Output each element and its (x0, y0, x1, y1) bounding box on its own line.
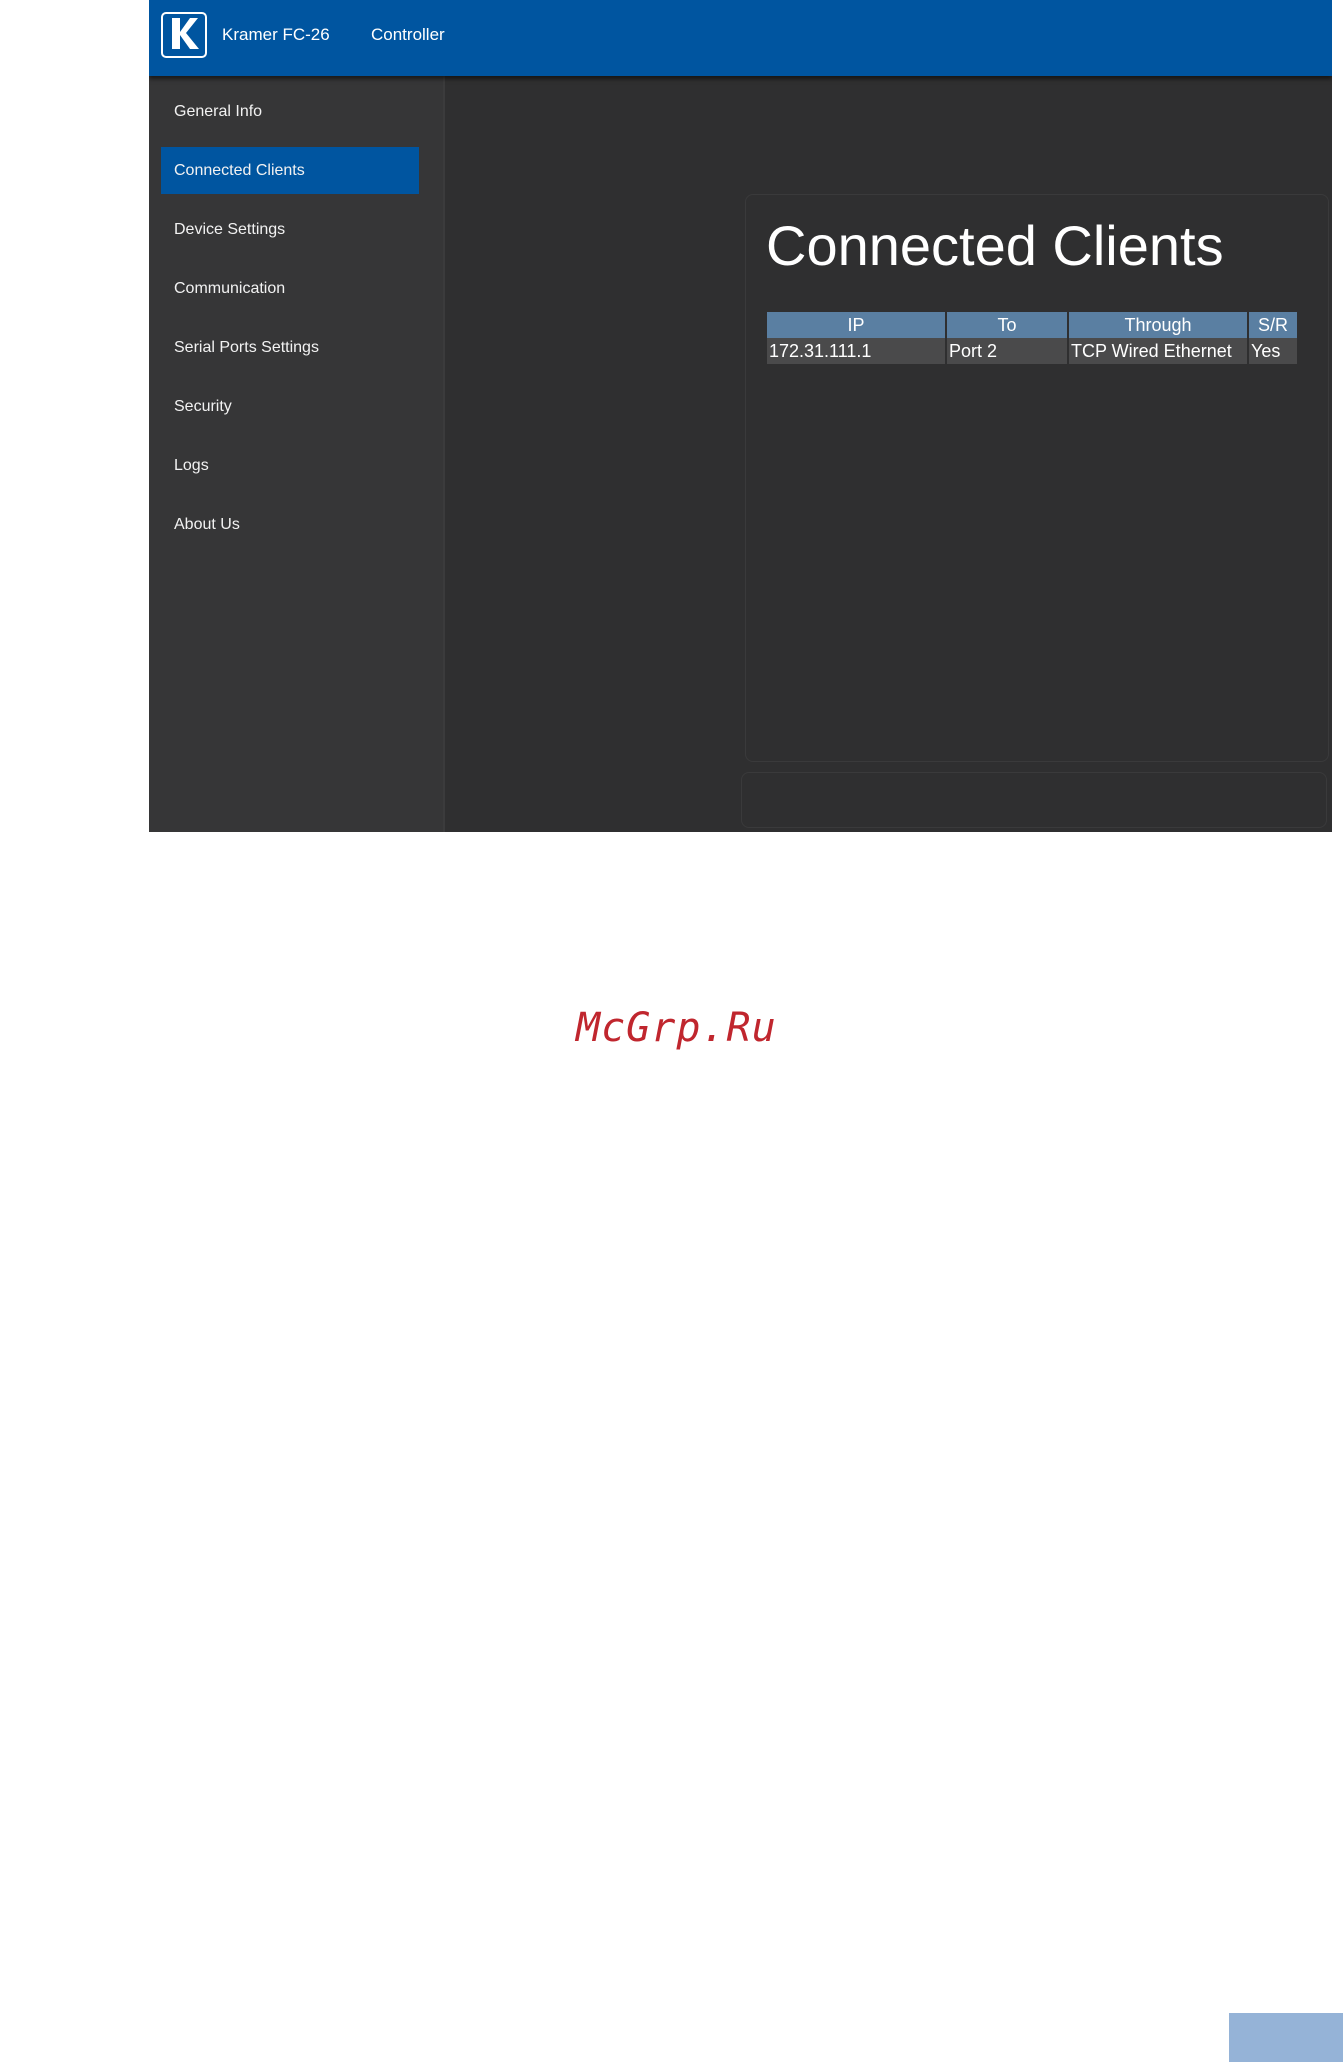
clients-table: IP To Through S/R 172.31.111.1 Port 2 TC… (765, 312, 1299, 364)
sidebar-item-general-info[interactable]: General Info (161, 88, 419, 135)
cell-through: TCP Wired Ethernet (1069, 338, 1247, 364)
sidebar-item-about-us[interactable]: About Us (161, 501, 419, 548)
column-header-sr: S/R (1249, 312, 1297, 338)
sidebar-item-device-settings[interactable]: Device Settings (161, 206, 419, 253)
column-header-ip: IP (767, 312, 945, 338)
role-label: Controller (371, 25, 445, 44)
page-title: Connected Clients (766, 214, 1224, 277)
device-name: Kramer FC-26 (222, 25, 330, 44)
page-corner-tab (1229, 2013, 1343, 2062)
sidebar-item-communication[interactable]: Communication (161, 265, 419, 312)
sidebar-item-logs[interactable]: Logs (161, 442, 419, 489)
web-ui-screenshot: Kramer FC-26 Controller General Info Con… (149, 0, 1332, 832)
sidebar-item-connected-clients[interactable]: Connected Clients (161, 147, 419, 194)
watermark-text: McGrp.Ru (576, 1005, 777, 1051)
column-header-through: Through (1069, 312, 1247, 338)
connected-clients-panel: Connected Clients IP To Through S/R 172.… (745, 194, 1329, 762)
footer-panel (741, 772, 1327, 828)
sidebar-item-security[interactable]: Security (161, 383, 419, 430)
cell-ip: 172.31.111.1 (767, 338, 945, 364)
sidebar-item-serial-ports-settings[interactable]: Serial Ports Settings (161, 324, 419, 371)
column-header-to: To (947, 312, 1067, 338)
cell-sr: Yes (1249, 338, 1297, 364)
sidebar: General Info Connected Clients Device Se… (149, 76, 445, 832)
cell-to: Port 2 (947, 338, 1067, 364)
kramer-logo-icon[interactable] (161, 12, 207, 58)
top-bar: Kramer FC-26 Controller (149, 0, 1332, 76)
table-row: 172.31.111.1 Port 2 TCP Wired Ethernet Y… (767, 338, 1297, 364)
table-header-row: IP To Through S/R (767, 312, 1297, 338)
